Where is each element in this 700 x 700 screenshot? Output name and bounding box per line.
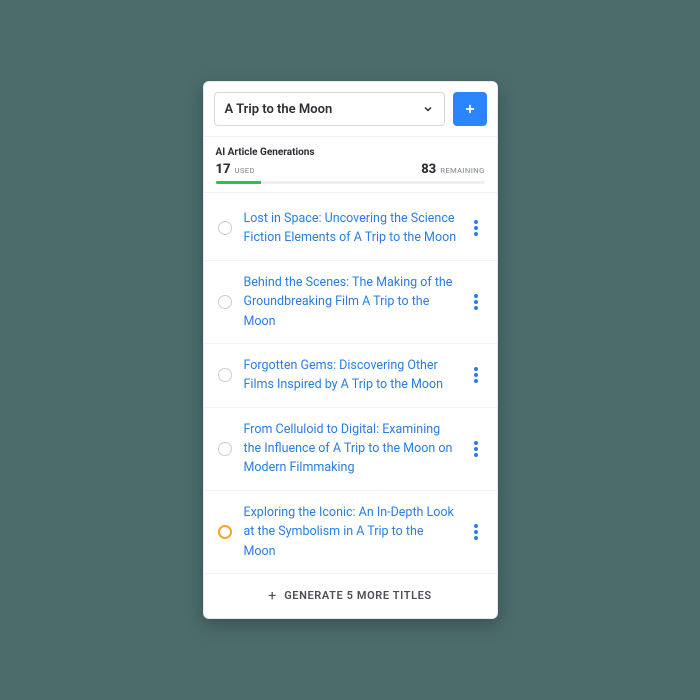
- project-select-label: A Trip to the Moon: [225, 102, 333, 117]
- usage-remaining: 83 Remaining: [421, 162, 484, 177]
- add-button[interactable]: [453, 92, 487, 126]
- radio-button[interactable]: [218, 368, 232, 382]
- usage-panel: AI Article Generations 17 Used 83 Remain…: [204, 137, 497, 193]
- generator-card: A Trip to the Moon AI Article Generation…: [203, 81, 498, 619]
- radio-button[interactable]: [218, 221, 232, 235]
- more-menu-icon[interactable]: [469, 520, 483, 544]
- title-link[interactable]: Forgotten Gems: Discovering Other Films …: [244, 356, 457, 395]
- usage-title: AI Article Generations: [216, 147, 485, 158]
- usage-row: 17 Used 83 Remaining: [216, 162, 485, 177]
- usage-bar: [216, 181, 485, 184]
- title-link[interactable]: Behind the Scenes: The Making of the Gro…: [244, 273, 457, 331]
- project-select[interactable]: A Trip to the Moon: [214, 92, 445, 126]
- usage-used-value: 17: [216, 162, 231, 177]
- radio-button[interactable]: [218, 295, 232, 309]
- title-row: Lost in Space: Uncovering the Science Fi…: [204, 197, 497, 261]
- more-menu-icon[interactable]: [469, 437, 483, 461]
- generate-more-label: GENERATE 5 MORE TITLES: [284, 589, 432, 602]
- usage-remaining-value: 83: [421, 162, 436, 177]
- radio-button[interactable]: [218, 525, 232, 539]
- plus-icon: [463, 102, 477, 116]
- topbar: A Trip to the Moon: [204, 82, 497, 137]
- title-row: Behind the Scenes: The Making of the Gro…: [204, 261, 497, 344]
- title-link[interactable]: Exploring the Iconic: An In-Depth Look a…: [244, 503, 457, 561]
- title-row: Exploring the Iconic: An In-Depth Look a…: [204, 491, 497, 574]
- more-menu-icon[interactable]: [469, 363, 483, 387]
- title-row: From Celluloid to Digital: Examining the…: [204, 408, 497, 491]
- more-menu-icon[interactable]: [469, 216, 483, 240]
- titles-list: Lost in Space: Uncovering the Science Fi…: [204, 193, 497, 574]
- usage-used: 17 Used: [216, 162, 255, 177]
- more-menu-icon[interactable]: [469, 290, 483, 314]
- usage-used-label: Used: [235, 166, 255, 176]
- generate-more-button[interactable]: + GENERATE 5 MORE TITLES: [204, 574, 497, 618]
- title-link[interactable]: Lost in Space: Uncovering the Science Fi…: [244, 209, 457, 248]
- radio-button[interactable]: [218, 442, 232, 456]
- chevron-down-icon: [422, 103, 434, 115]
- usage-remaining-label: Remaining: [440, 166, 484, 176]
- usage-bar-fill: [216, 181, 262, 184]
- title-link[interactable]: From Celluloid to Digital: Examining the…: [244, 420, 457, 478]
- plus-icon: +: [268, 588, 276, 604]
- title-row: Forgotten Gems: Discovering Other Films …: [204, 344, 497, 408]
